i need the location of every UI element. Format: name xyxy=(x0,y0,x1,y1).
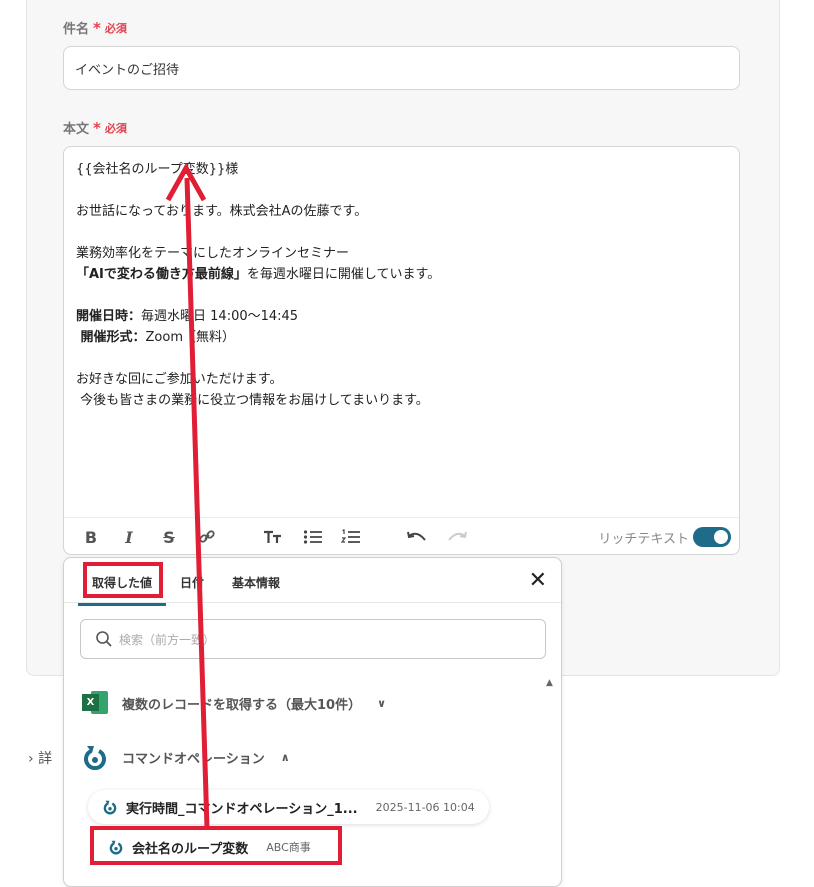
required-star: * xyxy=(93,118,101,137)
body-line xyxy=(76,222,727,243)
numbered-list-icon xyxy=(341,529,360,543)
chevron-right-icon: › xyxy=(28,751,34,767)
tab-date[interactable]: 日付 xyxy=(166,568,218,602)
body-line xyxy=(76,348,727,369)
list-item-execution-time[interactable]: 実行時間_コマンドオペレーション_1... 2025-11-06 10:04 xyxy=(88,790,489,824)
required-text: 必須 xyxy=(104,121,127,135)
bold-button[interactable]: B xyxy=(80,527,102,547)
body-line: {{会社名のループ変数}}様 xyxy=(76,162,239,177)
group-get-records[interactable]: X 複数のレコードを取得する（最大10件） ∨ xyxy=(82,691,386,715)
list-item-company-loop-variable[interactable]: 会社名のループ変数 ABC商事 xyxy=(94,830,325,864)
close-icon[interactable]: ✕ xyxy=(529,570,547,592)
item-label: 実行時間_コマンドオペレーション_1... xyxy=(126,801,358,817)
body-line: 開催日時：毎週水曜日 14:00〜14:45 xyxy=(76,309,299,324)
item-label: 会社名のループ変数 xyxy=(132,841,249,857)
body-label: 本文 * 必須 xyxy=(63,118,127,138)
panel-tabs: 取得した値 日付 基本情報 xyxy=(78,568,294,606)
item-value: 2025-11-06 10:04 xyxy=(375,800,475,814)
required-text: 必須 xyxy=(104,21,127,35)
detail-toggle[interactable]: › 詳 xyxy=(28,748,52,768)
toggle-knob xyxy=(714,530,728,544)
body-line: 今後も皆さまの業務に役立つ情報をお届けしてまいります。 xyxy=(76,393,429,408)
subject-input[interactable]: イベントのご招待 xyxy=(63,46,740,90)
numbered-list-button[interactable] xyxy=(340,527,362,547)
body-line: 開催形式：Zoom（無料） xyxy=(76,330,236,345)
body-line: 「AIで変わる働き方最前線」を毎週水曜日に開催しています。 xyxy=(76,267,441,282)
bullet-list-icon xyxy=(303,530,322,544)
body-line xyxy=(76,285,727,306)
body-line xyxy=(76,180,727,201)
command-operation-icon xyxy=(103,800,117,815)
text-size-button[interactable] xyxy=(262,527,284,547)
body-label-text: 本文 xyxy=(63,122,90,137)
undo-icon xyxy=(407,531,426,541)
link-icon xyxy=(199,530,215,543)
body-text[interactable]: {{会社名のループ変数}}様お世話になっております。株式会社Aの佐藤です。 業務効… xyxy=(76,159,727,411)
detail-label: 詳 xyxy=(38,751,53,767)
body-line: お好きな回にご参加いただけます。 xyxy=(76,372,283,387)
tab-basic-info[interactable]: 基本情報 xyxy=(218,568,294,602)
body-line: 業務効率化をテーマにしたオンラインセミナー xyxy=(76,246,350,261)
tab-acquired-values[interactable]: 取得した値 xyxy=(78,568,167,606)
search-input[interactable]: 検索（前方一致） xyxy=(80,619,546,659)
rich-text-label: リッチテキスト xyxy=(598,532,689,547)
italic-button[interactable]: I xyxy=(118,527,140,547)
search-icon xyxy=(96,631,112,647)
rich-text-toggle[interactable] xyxy=(693,527,731,547)
text-size-icon xyxy=(264,530,281,543)
required-star: * xyxy=(93,18,101,37)
variable-picker-panel: 取得した値 日付 基本情報 ✕ 検索（前方一致） ▲ X 複数のレコードを取得す… xyxy=(63,557,562,887)
scroll-up-arrow-icon[interactable]: ▲ xyxy=(546,678,553,688)
bullet-list-button[interactable] xyxy=(302,527,324,547)
group-command-operation[interactable]: コマンドオペレーション ∧ xyxy=(82,743,290,771)
editor-toolbar: B I S リッチテキスト xyxy=(64,517,739,556)
group-command-operation-label: コマンドオペレーション xyxy=(122,751,265,767)
strikethrough-button[interactable]: S xyxy=(158,527,180,547)
subject-label-text: 件名 xyxy=(63,22,90,37)
subject-value: イベントのご招待 xyxy=(75,62,180,78)
link-button[interactable] xyxy=(196,527,218,547)
item-value: ABC商事 xyxy=(266,841,311,854)
command-operation-icon xyxy=(84,746,106,771)
subject-label: 件名 * 必須 xyxy=(63,18,127,38)
chevron-down-icon: ∨ xyxy=(377,696,387,710)
search-placeholder: 検索（前方一致） xyxy=(119,632,216,647)
body-line: お世話になっております。株式会社Aの佐藤です。 xyxy=(76,204,368,219)
redo-icon xyxy=(448,531,467,541)
tab-divider xyxy=(64,602,561,603)
command-operation-icon xyxy=(109,840,123,855)
body-editor[interactable]: {{会社名のループ変数}}様お世話になっております。株式会社Aの佐藤です。 業務効… xyxy=(63,146,740,555)
group-get-records-label: 複数のレコードを取得する（最大10件） xyxy=(122,697,362,713)
chevron-up-icon: ∧ xyxy=(280,750,290,764)
redo-button[interactable] xyxy=(446,527,468,547)
undo-button[interactable] xyxy=(406,527,428,547)
excel-icon: X xyxy=(82,691,108,715)
